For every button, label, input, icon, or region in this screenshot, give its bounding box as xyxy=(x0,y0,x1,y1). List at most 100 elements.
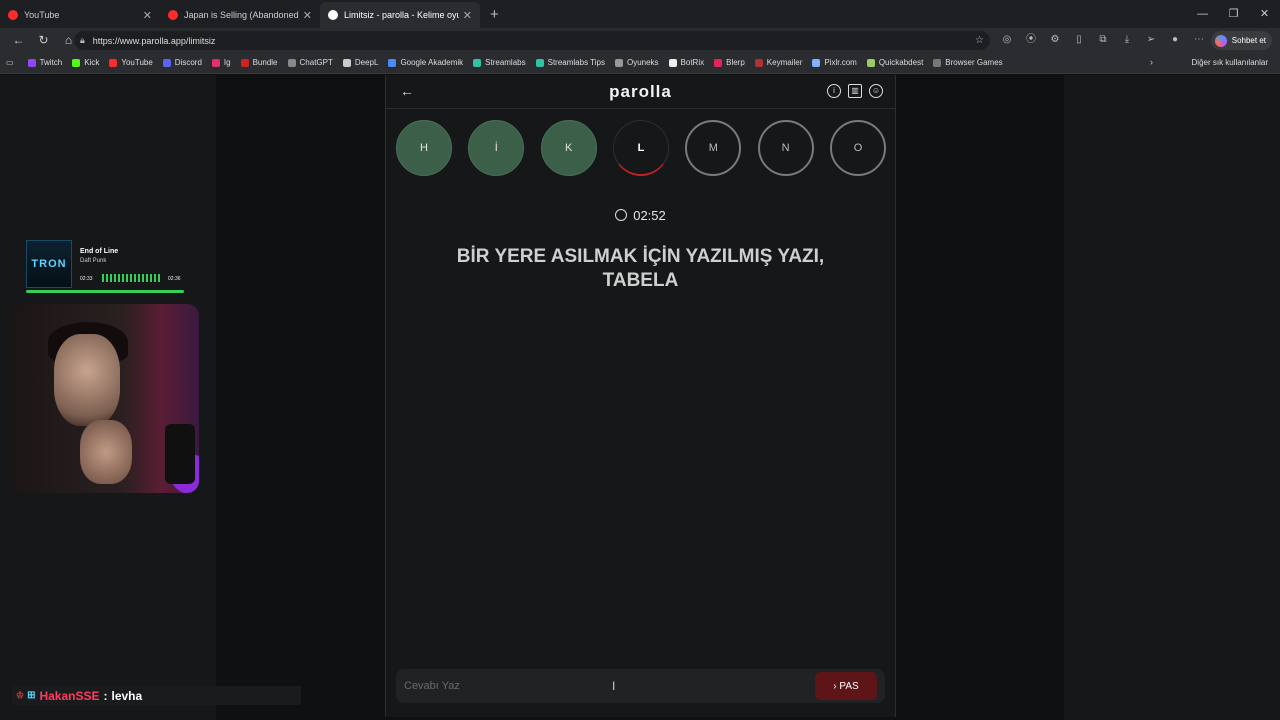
instagram-icon xyxy=(211,58,220,67)
letter-circle: M xyxy=(685,120,742,176)
chat-text: levha xyxy=(111,688,143,703)
bookmark-discord[interactable]: Discord xyxy=(162,58,202,67)
answer-bar: › PAS xyxy=(396,669,885,703)
window-close-icon[interactable]: ✕ xyxy=(1249,0,1280,28)
close-icon[interactable]: ✕ xyxy=(303,9,312,22)
kick-icon xyxy=(72,58,81,67)
copilot-chat-button[interactable]: Sohbet et xyxy=(1210,31,1272,50)
oyuneks-icon xyxy=(614,58,623,67)
chat-message: ♔ ⊞ HakanSSE : levha xyxy=(12,686,301,705)
letter-circle: K xyxy=(540,120,597,176)
bookmark-bundle[interactable]: Bundle xyxy=(240,58,278,67)
letter-circle: İ xyxy=(468,120,525,176)
new-tab-icon[interactable]: + xyxy=(490,6,499,23)
youtube-icon xyxy=(8,10,18,20)
answer-input[interactable] xyxy=(404,675,804,697)
bookmark-youtube[interactable]: YouTube xyxy=(109,58,153,67)
profile-avatar-icon[interactable]: ● xyxy=(1163,31,1187,49)
webcam-microphone xyxy=(165,424,195,484)
text-cursor-icon: I xyxy=(612,679,616,693)
back-icon[interactable]: ← xyxy=(6,33,31,47)
question-text: BİR YERE ASILMAK İÇİN YAZILMIŞ YAZI, TAB… xyxy=(456,246,825,291)
close-icon[interactable]: ✕ xyxy=(463,9,472,22)
kick-badge-icon: ♔ xyxy=(16,690,25,700)
twitch-icon xyxy=(27,58,36,67)
bookmark-streamlabs[interactable]: Streamlabs xyxy=(473,58,526,67)
tab-youtube[interactable]: YouTube ✕ xyxy=(0,2,160,28)
pixlr-icon xyxy=(812,58,821,67)
url-text: https://www.parolla.app/limitsiz xyxy=(92,35,216,46)
more-icon[interactable]: ⋯ xyxy=(1187,31,1211,49)
reload-icon[interactable]: ↻ xyxy=(31,33,56,47)
letter-circle-current: L xyxy=(612,120,669,176)
total-time: 02:36 xyxy=(168,276,181,282)
minimize-icon[interactable]: — xyxy=(1187,0,1218,28)
favorite-star-icon[interactable]: ☆ xyxy=(975,35,984,46)
bookmark-botrix[interactable]: BotRix xyxy=(668,58,704,67)
tab-title: Limitsiz - parolla - Kelime oyunu xyxy=(344,10,459,20)
bookmark-google-scholar[interactable]: Google Akademik xyxy=(388,58,463,67)
streamlabs-icon xyxy=(535,58,544,67)
clock-icon xyxy=(615,209,628,221)
subscriber-badge-icon: ⊞ xyxy=(27,690,36,701)
bookmark-pixlr[interactable]: Pixlr.com xyxy=(812,58,857,67)
parolla-favicon-icon xyxy=(328,10,338,20)
folder-icon xyxy=(933,58,942,67)
chevron-right-icon: › xyxy=(833,680,837,692)
bookmark-twitch[interactable]: Twitch xyxy=(27,58,62,67)
split-screen-icon[interactable]: ▯ xyxy=(1067,31,1091,49)
app-header: ← parolla i ▥ ☺ xyxy=(386,75,895,109)
bookmark-blerp[interactable]: Blerp xyxy=(714,58,745,67)
discord-icon xyxy=(162,58,171,67)
window-controls: — ❐ ✕ xyxy=(1187,0,1280,28)
tab-japan-video[interactable]: Japan is Selling (Abandoned) Hou ✕ xyxy=(160,2,320,28)
bookmark-chatgpt[interactable]: ChatGPT xyxy=(287,58,333,67)
bookmark-instagram[interactable]: Ig xyxy=(211,58,231,67)
chat-separator: : xyxy=(103,688,108,703)
botrix-icon xyxy=(668,58,677,67)
tab-parolla[interactable]: Limitsiz - parolla - Kelime oyunu ✕ xyxy=(320,2,480,28)
pass-label: PAS xyxy=(839,680,859,692)
stats-icon[interactable]: ▥ xyxy=(848,84,862,98)
letter-circle: H xyxy=(396,120,452,176)
chat-username: HakanSSE xyxy=(39,688,100,703)
bookmark-kick[interactable]: Kick xyxy=(72,58,99,67)
bookmark-streamlabs-tips[interactable]: Streamlabs Tips xyxy=(535,58,605,67)
bookmark-browser-games[interactable]: Browser Games xyxy=(933,58,1003,67)
close-icon[interactable]: ✕ xyxy=(143,9,152,22)
song-artist: Daft Punk xyxy=(80,258,107,264)
profile-icon[interactable]: ☺ xyxy=(869,84,883,98)
stream-overlay-right xyxy=(1064,75,1280,720)
bookmark-quickabdest[interactable]: Quickabdest xyxy=(866,58,923,67)
bookmark-oyuneks[interactable]: Oyuneks xyxy=(614,58,659,67)
app-logo[interactable]: parolla xyxy=(386,82,895,102)
webcam-feed xyxy=(10,304,199,493)
bookmarks-bar: ▭ Twitch Kick YouTube Discord Ig Bundle … xyxy=(0,52,1280,74)
info-icon[interactable]: i xyxy=(827,84,841,98)
downloads-icon[interactable]: ⤓ xyxy=(1115,31,1139,49)
google-scholar-icon xyxy=(388,58,397,67)
lock-icon: 🔒︎ xyxy=(80,35,85,45)
browser-tools: ◎ ⦿ ⚙ ▯ ⧉ ⤓ ➢ ● ⋯ xyxy=(995,31,1211,49)
bookmarks-toggle-icon[interactable]: ▭ xyxy=(6,58,14,67)
collections-icon[interactable]: ⧉ xyxy=(1091,31,1115,49)
countdown-timer: 02:52 xyxy=(386,208,895,223)
address-bar[interactable]: 🔒︎ https://www.parolla.app/limitsiz ☆ xyxy=(74,31,990,50)
bookmark-keymailer[interactable]: Keymailer xyxy=(754,58,802,67)
tab-title: Japan is Selling (Abandoned) Hou xyxy=(184,10,299,20)
restore-icon[interactable]: ❐ xyxy=(1218,0,1249,28)
now-playing-widget: TRON End of Line Daft Punk 02:33 02:36 xyxy=(26,240,186,296)
copilot-label: Sohbet et xyxy=(1231,36,1266,45)
address-toolbar: ← ↻ ⌂ 🔒︎ https://www.parolla.app/limitsi… xyxy=(0,28,1280,52)
other-bookmarks-folder[interactable]: Diğer sık kullanılanlar xyxy=(1192,58,1268,67)
more-bookmarks-chevron-icon[interactable]: › xyxy=(1150,57,1153,67)
tab-bar: YouTube ✕ Japan is Selling (Abandoned) H… xyxy=(0,0,1280,28)
copilot-icon xyxy=(1214,34,1227,47)
extension-icon[interactable]: ◎ xyxy=(995,31,1019,49)
share-icon[interactable]: ➢ xyxy=(1139,31,1163,49)
read-aloud-icon[interactable]: ⦿ xyxy=(1019,31,1043,49)
youtube-icon xyxy=(109,58,118,67)
extensions-icon[interactable]: ⚙ xyxy=(1043,31,1067,49)
bookmark-deepl[interactable]: DeepL xyxy=(342,58,378,67)
pass-button[interactable]: › PAS xyxy=(815,672,877,700)
